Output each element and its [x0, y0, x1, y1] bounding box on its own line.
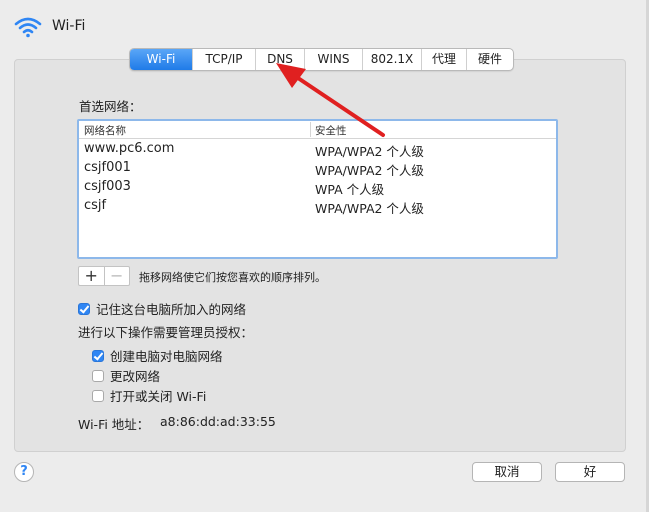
- tab-wifi[interactable]: Wi-Fi: [130, 49, 192, 70]
- help-button[interactable]: ?: [14, 462, 34, 482]
- table-row[interactable]: csjf WPA/WPA2 个人级: [79, 197, 556, 216]
- remember-networks-label: 记住这台电脑所加入的网络: [96, 302, 247, 317]
- network-name: csjf: [84, 198, 107, 213]
- change-network-label: 更改网络: [110, 369, 161, 384]
- wifi-address-value: a8:86:dd:ad:33:55: [160, 414, 276, 429]
- preferred-networks-label: 首选网络：: [79, 99, 142, 114]
- window-title: Wi-Fi: [52, 18, 86, 34]
- admin-auth-label: 进行以下操作需要管理员授权：: [78, 325, 254, 340]
- remove-network-button[interactable]: −: [103, 267, 130, 285]
- toggle-wifi-label: 打开或关闭 Wi-Fi: [110, 389, 207, 404]
- create-network-option[interactable]: 创建电脑对电脑网络: [92, 346, 223, 365]
- add-remove-control: + −: [78, 266, 130, 286]
- tab-tcpip[interactable]: TCP/IP: [192, 49, 255, 70]
- cancel-button[interactable]: 取消: [472, 462, 542, 482]
- remember-networks-option[interactable]: 记住这台电脑所加入的网络: [78, 299, 246, 318]
- network-name: csjf003: [84, 179, 131, 194]
- create-network-label: 创建电脑对电脑网络: [110, 349, 223, 364]
- network-security: WPA/WPA2 个人级: [315, 201, 424, 216]
- toggle-wifi-option[interactable]: 打开或关闭 Wi-Fi: [92, 386, 206, 405]
- network-name: csjf001: [84, 160, 131, 175]
- change-network-checkbox[interactable]: [92, 369, 104, 382]
- annotation-arrow-icon: [270, 55, 400, 145]
- ok-button[interactable]: 好: [555, 462, 625, 482]
- add-network-button[interactable]: +: [79, 267, 104, 285]
- toggle-wifi-checkbox[interactable]: [92, 389, 104, 402]
- column-header-name[interactable]: 网络名称: [84, 123, 126, 138]
- network-security: WPA 个人级: [315, 182, 385, 197]
- remember-networks-checkbox[interactable]: [78, 302, 90, 315]
- change-network-option[interactable]: 更改网络: [92, 366, 160, 385]
- network-security: WPA/WPA2 个人级: [315, 163, 424, 178]
- create-network-checkbox[interactable]: [92, 349, 104, 362]
- network-name: www.pc6.com: [84, 141, 175, 156]
- table-row[interactable]: csjf001 WPA/WPA2 个人级: [79, 159, 556, 178]
- table-row[interactable]: csjf003 WPA 个人级: [79, 178, 556, 197]
- tab-hardware[interactable]: 硬件: [466, 49, 513, 70]
- wifi-icon: [14, 16, 42, 38]
- drag-hint: 拖移网络使它们按您喜欢的顺序排列。: [139, 271, 326, 284]
- tab-proxies[interactable]: 代理: [421, 49, 466, 70]
- wifi-address-label: Wi-Fi 地址：: [78, 417, 150, 432]
